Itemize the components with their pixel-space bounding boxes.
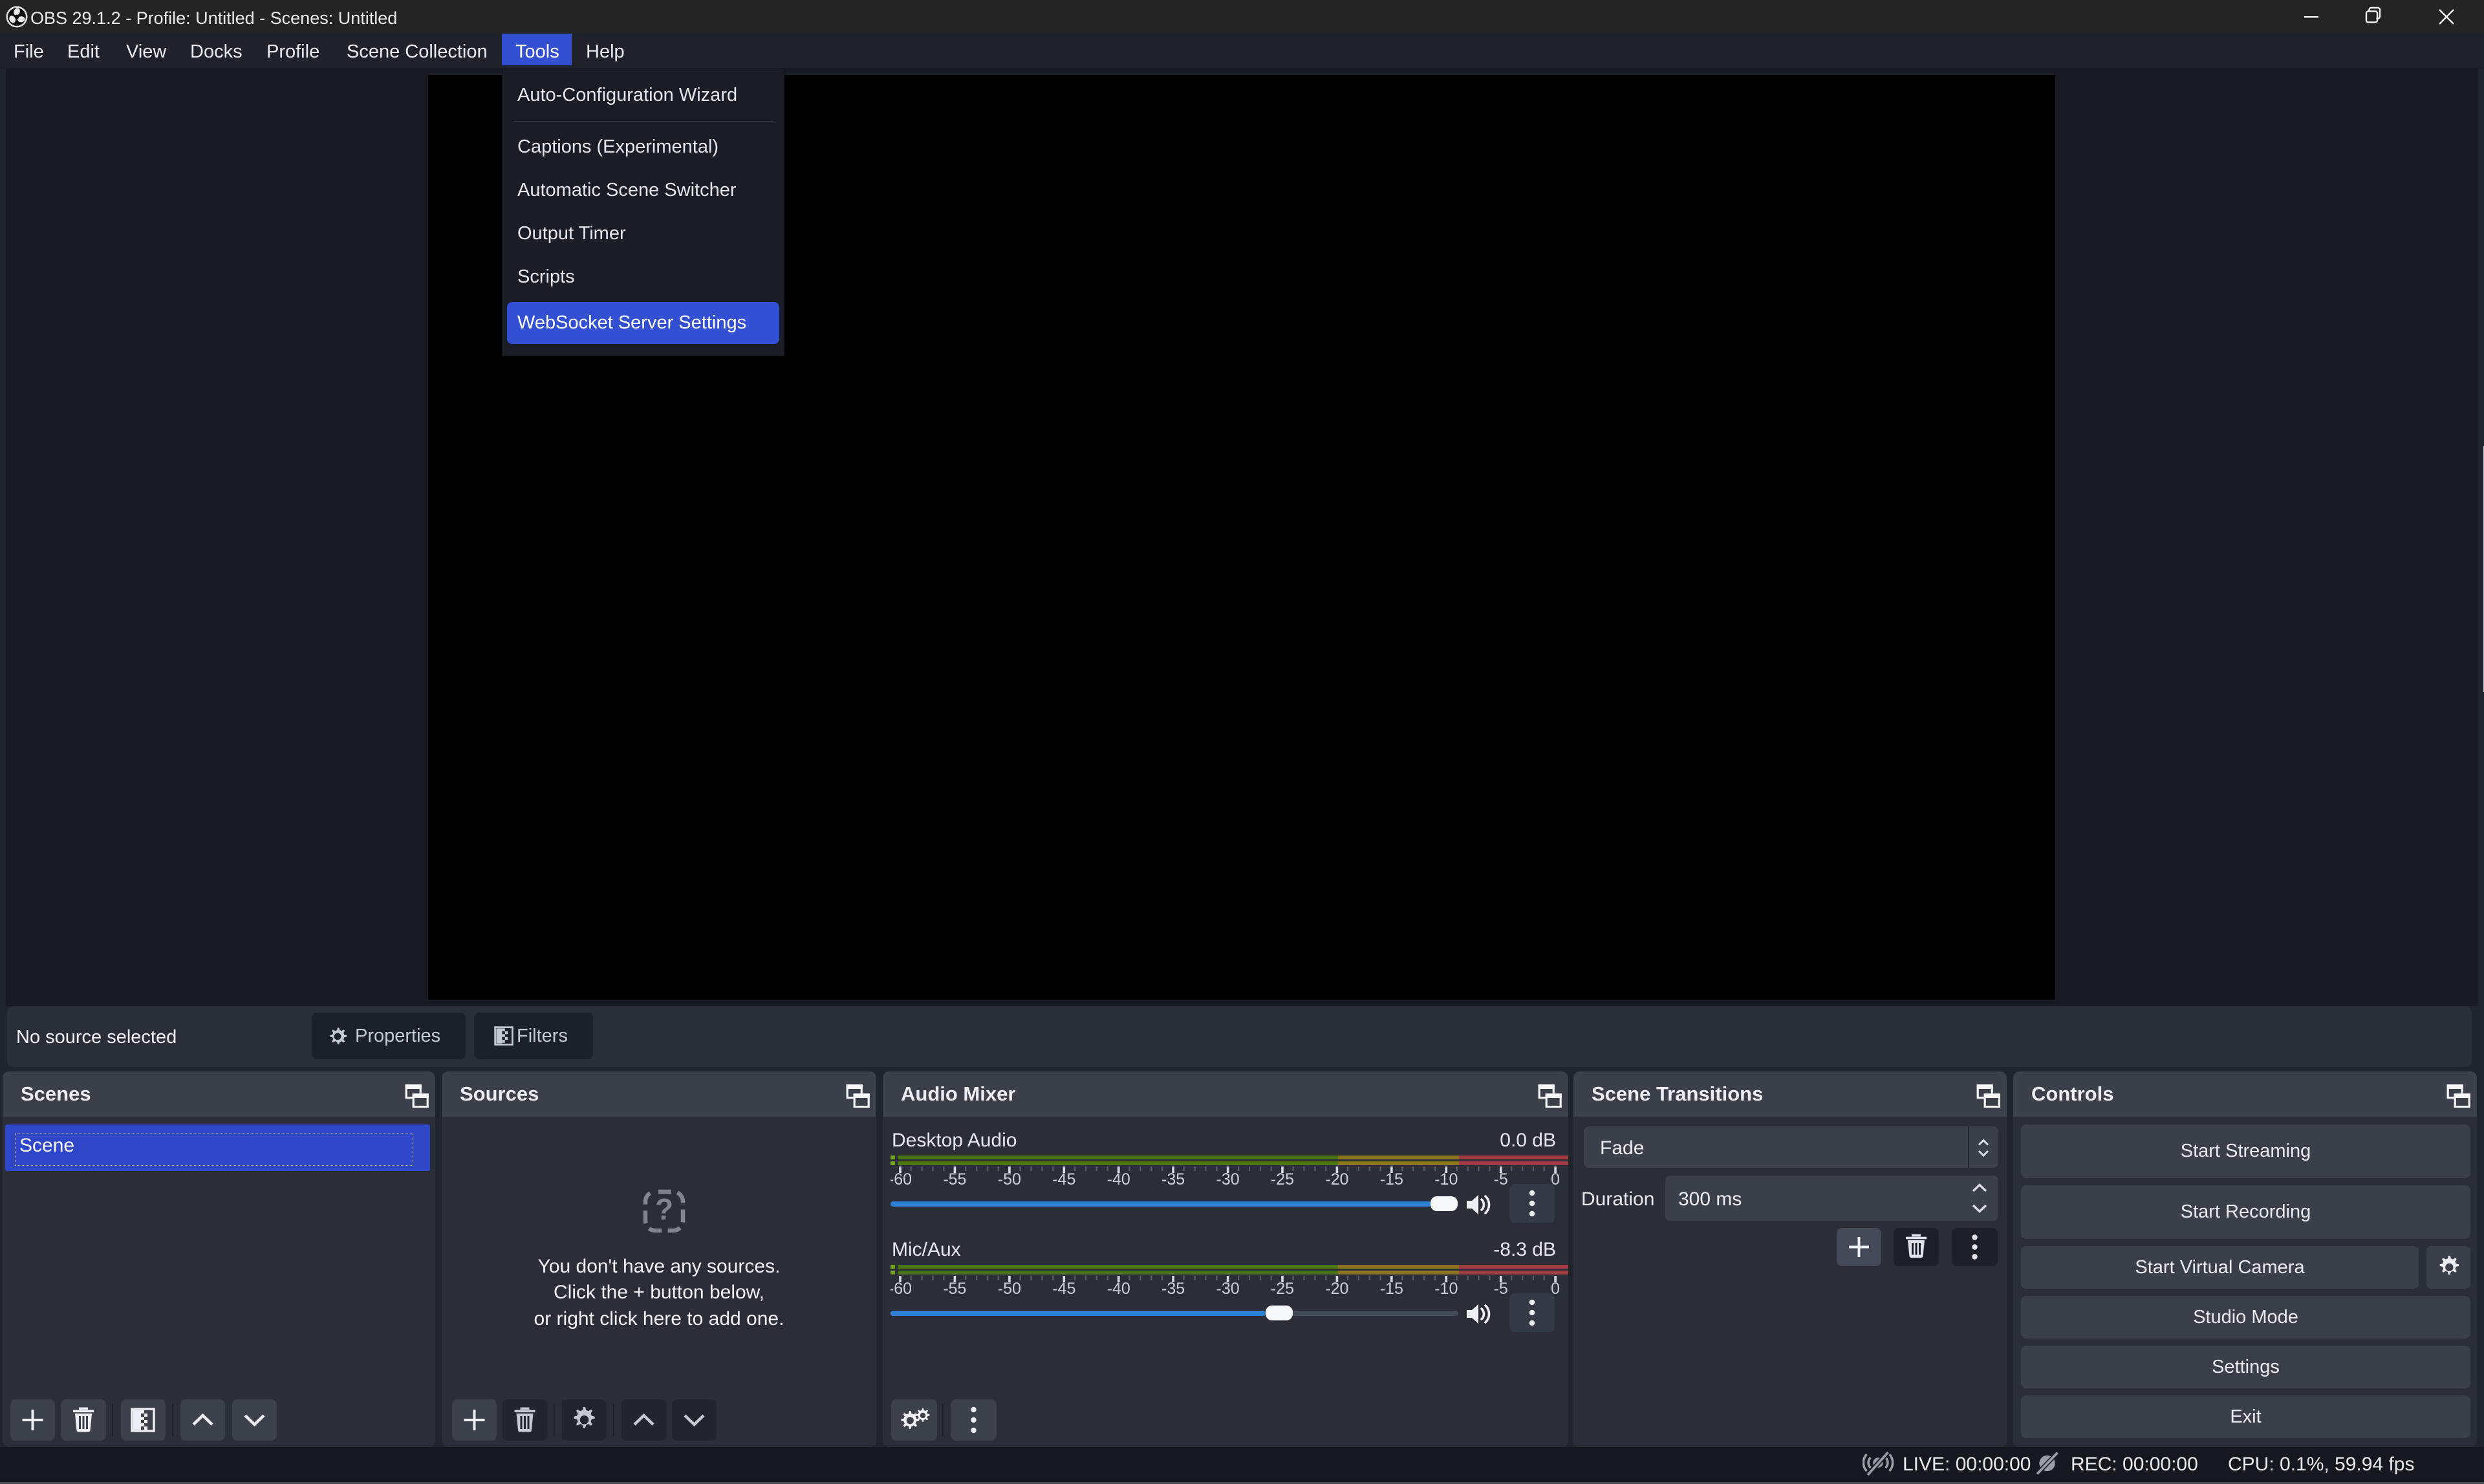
svg-text:-20: -20	[1325, 1170, 1348, 1187]
svg-text:-5: -5	[1494, 1280, 1508, 1296]
svg-text:?: ?	[655, 1192, 673, 1226]
svg-text:-55: -55	[943, 1170, 966, 1187]
svg-text:-60: -60	[891, 1280, 912, 1296]
svg-text:-10: -10	[1434, 1170, 1458, 1187]
svg-text:-40: -40	[1107, 1280, 1130, 1296]
svg-text:-45: -45	[1052, 1170, 1075, 1187]
svg-text:-55: -55	[943, 1280, 966, 1296]
svg-text:-15: -15	[1380, 1280, 1403, 1296]
svg-text:-5: -5	[1494, 1170, 1508, 1187]
svg-text:-50: -50	[998, 1280, 1021, 1296]
svg-text:-30: -30	[1216, 1170, 1240, 1187]
svg-text:-20: -20	[1325, 1280, 1348, 1296]
svg-text:-45: -45	[1052, 1280, 1075, 1296]
svg-text:-25: -25	[1271, 1280, 1294, 1296]
svg-text:-60: -60	[891, 1170, 912, 1187]
svg-text:-10: -10	[1434, 1280, 1458, 1296]
svg-text:-25: -25	[1271, 1170, 1294, 1187]
svg-text:-15: -15	[1380, 1170, 1403, 1187]
svg-text:-40: -40	[1107, 1170, 1130, 1187]
svg-text:-35: -35	[1161, 1280, 1185, 1296]
svg-text:-50: -50	[998, 1170, 1021, 1187]
svg-text:-30: -30	[1216, 1280, 1240, 1296]
svg-text:-35: -35	[1161, 1170, 1185, 1187]
